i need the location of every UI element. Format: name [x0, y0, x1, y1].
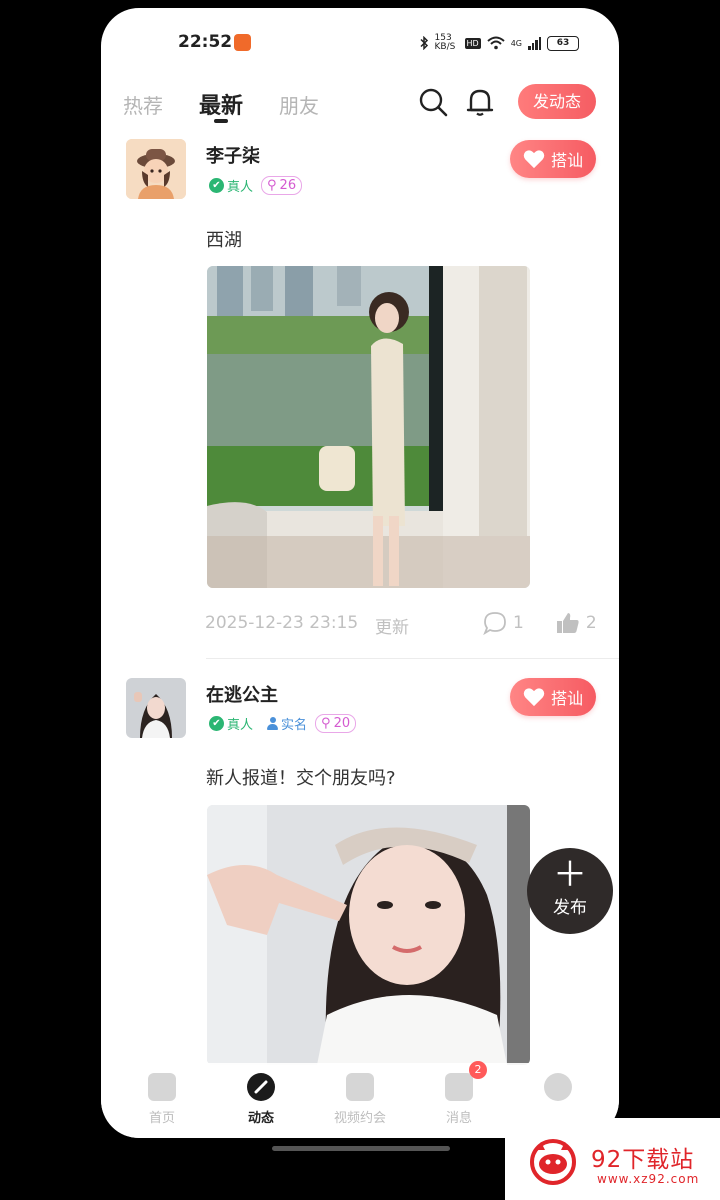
nav-moments[interactable]: 动态	[221, 1073, 301, 1126]
watermark: 92下载站 www.xz92.com	[505, 1118, 720, 1200]
network-type: 4G	[510, 38, 522, 48]
comment-icon	[483, 612, 506, 635]
avatar[interactable]	[126, 678, 186, 738]
top-navigation: 热荐 最新 朋友 发动态	[101, 78, 619, 128]
real-person-label: 真人	[227, 180, 254, 195]
system-icons: 153 KB/S HD 4G 63	[419, 34, 579, 52]
message-icon: 2	[445, 1061, 487, 1101]
user-badges: ✔ 真人 ⚲ 26	[209, 176, 303, 195]
comment-count: 1	[513, 613, 524, 633]
tab-indicator	[214, 119, 228, 123]
post-text: 新人报道！交个朋友吗?	[206, 768, 396, 789]
heart-icon	[523, 688, 545, 707]
check-icon: ✔	[209, 716, 224, 731]
key-icon: ⚲	[321, 716, 331, 731]
level-value: 26	[279, 178, 297, 193]
comment-button[interactable]: 1	[483, 611, 524, 635]
battery-icon: 63	[547, 35, 579, 51]
like-button[interactable]: 2	[556, 611, 597, 635]
nav-messages-label: 消息	[445, 1111, 472, 1126]
greet-label: 搭讪	[550, 689, 583, 708]
wifi-icon	[487, 36, 505, 50]
level-value: 20	[333, 716, 351, 731]
message-count-badge: 2	[469, 1061, 487, 1079]
hd-icon: HD	[464, 37, 481, 49]
post-update-button[interactable]: 发动态	[518, 84, 596, 119]
tab-friends[interactable]: 朋友	[279, 90, 319, 119]
home-indicator[interactable]	[272, 1146, 450, 1151]
real-name-badge: 实名	[267, 714, 307, 733]
tab-recommended[interactable]: 热荐	[123, 90, 163, 119]
plus-icon: ＋	[553, 855, 587, 895]
phone-screen: 22:52 153 KB/S HD 4G 63 热荐 最新 朋友 发动态 李子柒…	[101, 8, 619, 1138]
post-photo[interactable]	[207, 805, 530, 1065]
user-badges: ✔ 真人 实名 ⚲ 20	[209, 714, 357, 733]
like-count: 2	[585, 613, 597, 633]
pen-icon	[247, 1073, 275, 1101]
real-person-badge: ✔ 真人	[209, 176, 253, 195]
publish-label: 发布	[553, 898, 587, 918]
post-username[interactable]: 在逃公主	[206, 681, 278, 707]
bluetooth-icon	[419, 36, 428, 50]
video-icon	[346, 1073, 374, 1101]
publish-button[interactable]: ＋ 发布	[527, 848, 613, 934]
home-icon	[148, 1073, 176, 1101]
real-person-label: 真人	[227, 718, 254, 733]
heart-icon	[523, 150, 545, 169]
bell-icon[interactable]	[464, 86, 496, 118]
search-icon[interactable]	[417, 86, 449, 118]
network-speed: 153 KB/S	[434, 33, 456, 52]
post-update-status: 更新	[375, 618, 409, 638]
nav-moments-label: 动态	[247, 1111, 274, 1126]
greet-button[interactable]: 搭讪	[510, 140, 596, 178]
nav-video-date[interactable]: 视频约会	[320, 1073, 400, 1126]
watermark-logo-icon	[530, 1139, 576, 1185]
nav-messages[interactable]: 2 消息	[419, 1061, 499, 1126]
smiley-icon	[544, 1073, 572, 1101]
person-icon	[267, 717, 279, 730]
status-time: 22:52	[178, 32, 233, 52]
post-timestamp: 2025-12-23 23:15	[205, 613, 359, 633]
key-icon: ⚲	[267, 178, 277, 193]
tab-latest[interactable]: 最新	[199, 88, 243, 120]
greet-button[interactable]: 搭讪	[510, 678, 596, 716]
app-notification-icon	[234, 34, 251, 51]
post-photo[interactable]	[207, 266, 530, 588]
post-username[interactable]: 李子柒	[206, 142, 260, 168]
real-person-badge: ✔ 真人	[209, 714, 253, 733]
check-icon: ✔	[209, 178, 224, 193]
thumbs-up-icon	[556, 613, 579, 633]
signal-icon	[528, 36, 541, 50]
post-stats: 1 2	[483, 611, 597, 635]
avatar[interactable]	[126, 139, 186, 199]
level-badge: ⚲ 20	[315, 714, 357, 733]
status-bar: 22:52 153 KB/S HD 4G 63	[101, 8, 619, 68]
greet-label: 搭讪	[550, 151, 583, 170]
nav-video-date-label: 视频约会	[333, 1111, 386, 1126]
nav-profile[interactable]	[518, 1073, 598, 1107]
nav-home-label: 首页	[148, 1111, 175, 1126]
nav-home[interactable]: 首页	[122, 1073, 202, 1126]
watermark-url: www.xz92.com	[597, 1172, 700, 1186]
post-text: 西湖	[206, 230, 242, 251]
real-name-label: 实名	[281, 718, 308, 733]
level-badge: ⚲ 26	[261, 176, 303, 195]
watermark-title: 92下载站	[591, 1147, 695, 1173]
post-divider	[206, 658, 619, 659]
